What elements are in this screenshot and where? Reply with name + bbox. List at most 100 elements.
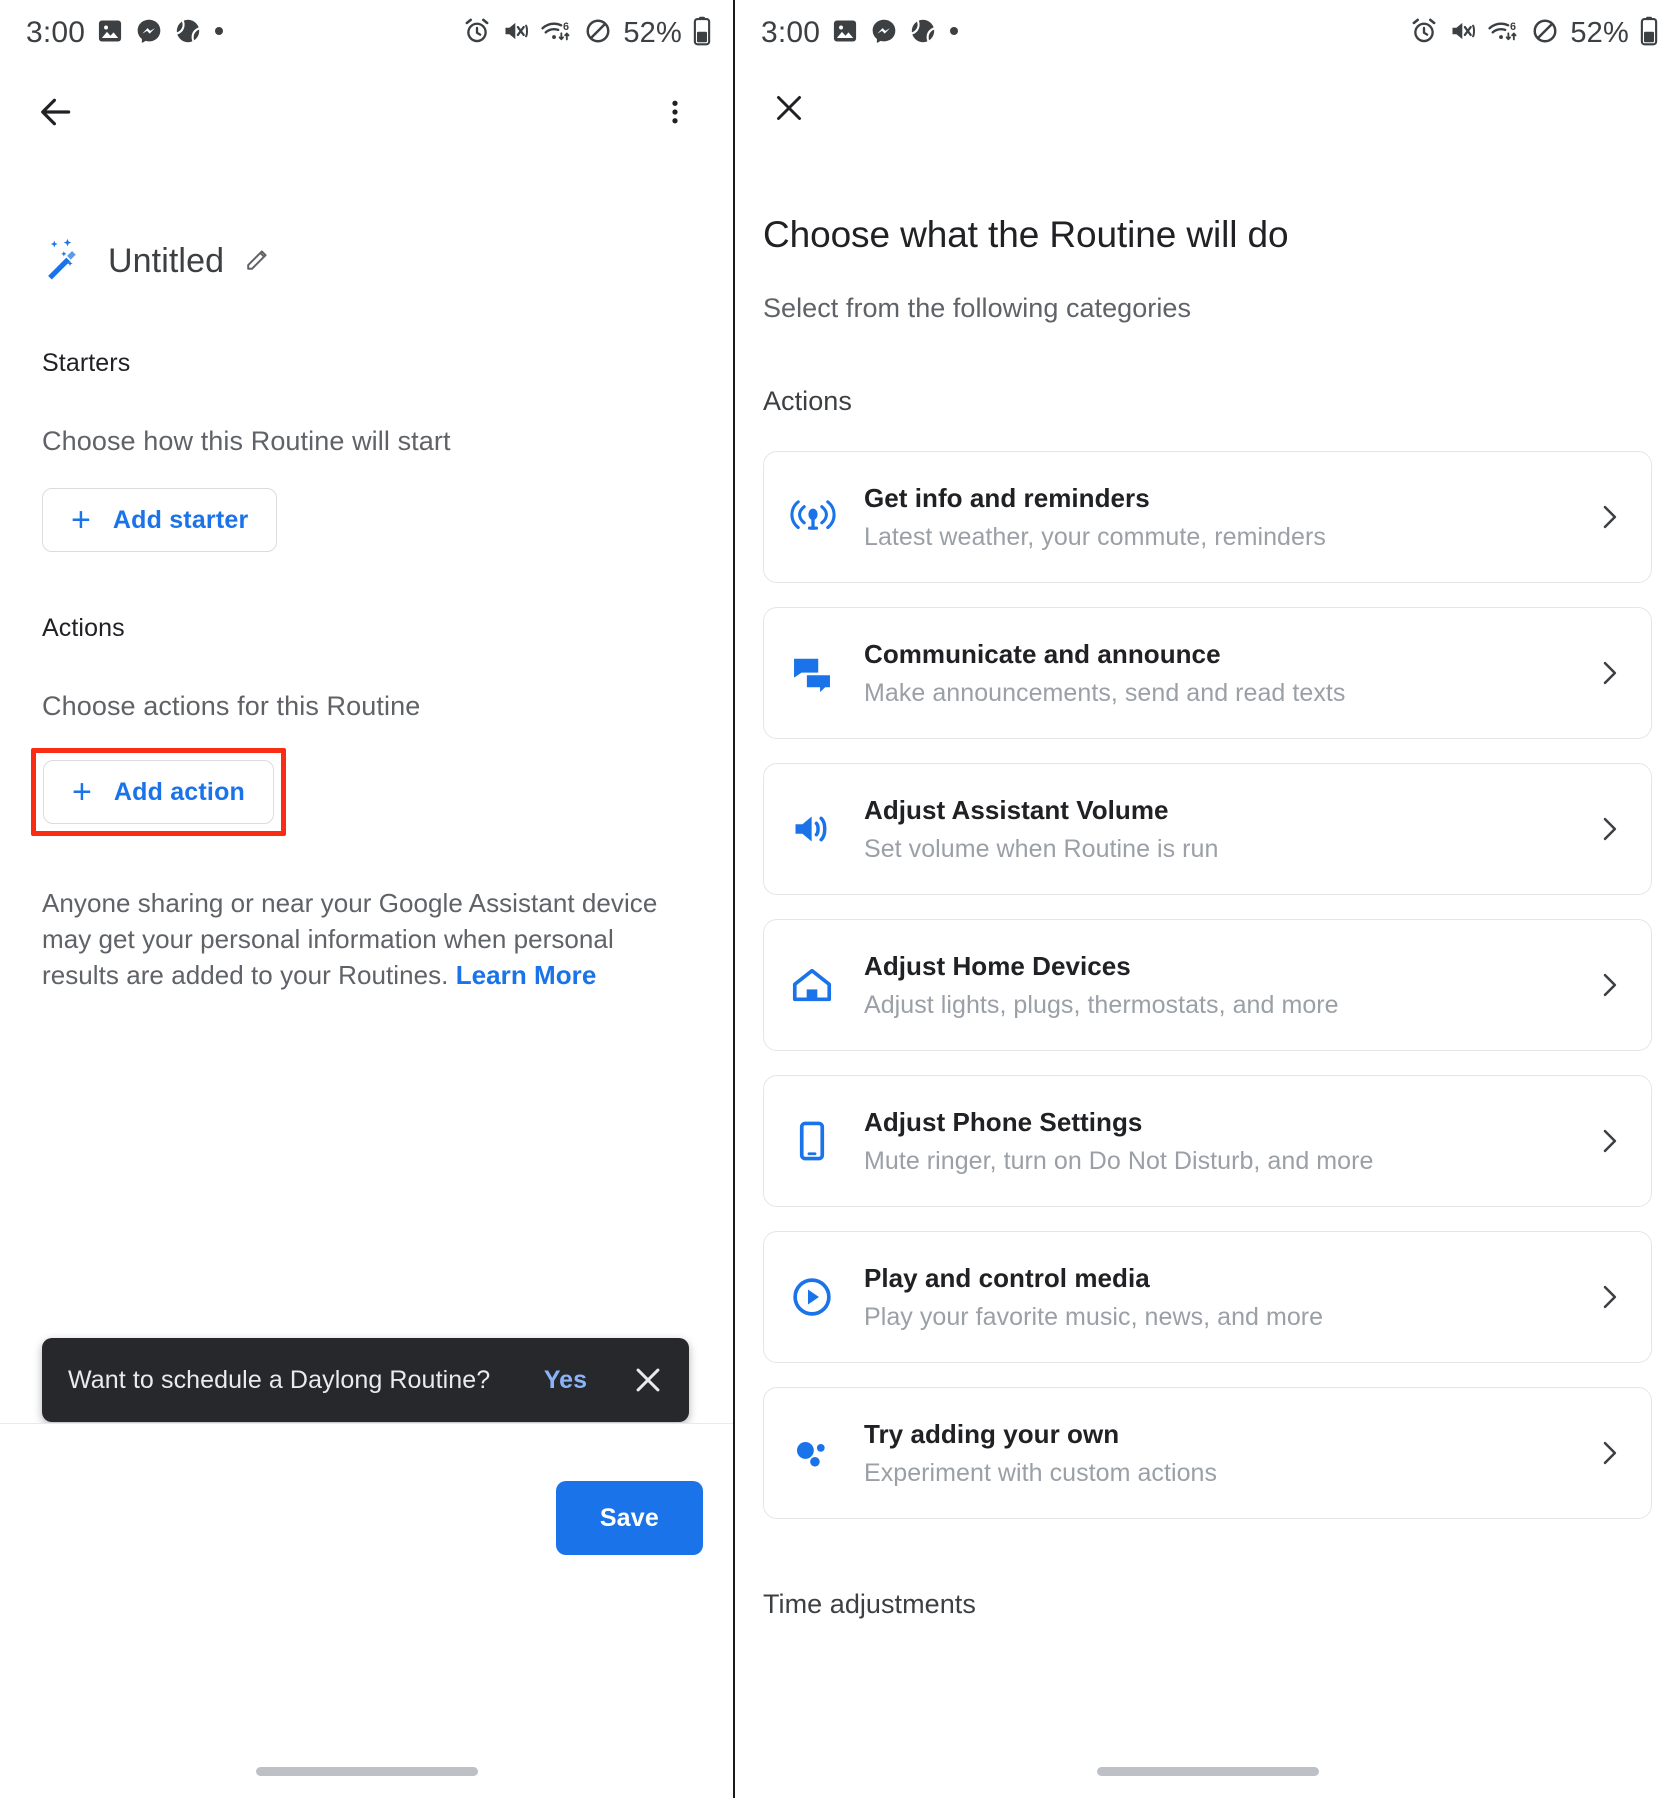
status-bar-right-group: 6 52% (1410, 16, 1658, 51)
list-item-title: Play and control media (864, 1263, 1589, 1294)
routine-title: Untitled (108, 242, 224, 281)
list-item-subtitle: Latest weather, your commute, reminders (864, 523, 1589, 552)
list-item-text: Try adding your own Experiment with cust… (864, 1419, 1589, 1488)
sports-icon (174, 17, 202, 50)
alarm-icon (1410, 17, 1438, 50)
plus-icon: + (71, 503, 91, 537)
wifi-6-icon: 6 (1488, 17, 1520, 50)
pencil-edit-icon[interactable] (244, 245, 272, 278)
add-starter-label: Add starter (113, 506, 249, 535)
chat-bubbles-icon (790, 651, 864, 695)
list-item-try-adding-your-own[interactable]: Try adding your own Experiment with cust… (763, 1387, 1652, 1519)
status-bar-left: 3:00 (0, 0, 733, 66)
dot-icon (213, 24, 225, 42)
chevron-right-icon (1589, 657, 1629, 689)
add-action-label: Add action (114, 778, 245, 807)
list-item-text: Adjust Phone Settings Mute ringer, turn … (864, 1107, 1589, 1176)
list-item-subtitle: Adjust lights, plugs, thermostats, and m… (864, 991, 1589, 1020)
list-item-adjust-assistant-volume[interactable]: Adjust Assistant Volume Set volume when … (763, 763, 1652, 895)
list-item-title: Try adding your own (864, 1419, 1589, 1450)
list-item-text: Play and control media Play your favorit… (864, 1263, 1589, 1332)
starters-subtitle: Choose how this Routine will start (42, 426, 733, 457)
add-action-button[interactable]: + Add action (43, 760, 274, 824)
save-button[interactable]: Save (556, 1481, 703, 1555)
add-action-highlight: + Add action (31, 748, 286, 836)
battery-percent: 52% (623, 17, 682, 50)
close-icon[interactable] (761, 80, 817, 136)
list-item-adjust-home-devices[interactable]: Adjust Home Devices Adjust lights, plugs… (763, 919, 1652, 1051)
plus-icon: + (72, 775, 92, 809)
list-item-subtitle: Set volume when Routine is run (864, 835, 1589, 864)
list-item-text: Get info and reminders Latest weather, y… (864, 483, 1589, 552)
vibrate-mute-icon (1449, 17, 1477, 50)
assistant-dots-icon (790, 1431, 864, 1475)
list-item-adjust-phone-settings[interactable]: Adjust Phone Settings Mute ringer, turn … (763, 1075, 1652, 1207)
list-item-title: Get info and reminders (864, 483, 1589, 514)
chevron-right-icon (1589, 813, 1629, 845)
list-item-subtitle: Play your favorite music, news, and more (864, 1303, 1589, 1332)
add-starter-button[interactable]: + Add starter (42, 488, 277, 552)
phone-icon (790, 1119, 864, 1163)
do-not-disturb-icon (1531, 17, 1559, 50)
routine-title-row[interactable]: Untitled (42, 236, 733, 287)
broadcast-info-icon (790, 494, 864, 540)
snackbar: Want to schedule a Daylong Routine? Yes (42, 1338, 689, 1422)
battery-icon (1640, 16, 1658, 51)
close-icon[interactable] (619, 1363, 665, 1397)
battery-icon (693, 16, 711, 51)
actions-section-heading: Actions (763, 386, 1680, 417)
chevron-right-icon (1589, 1437, 1629, 1469)
list-item-title: Adjust Assistant Volume (864, 795, 1589, 826)
learn-more-link[interactable]: Learn More (456, 960, 597, 990)
volume-up-icon (790, 807, 864, 851)
right-screen: 3:00 (735, 0, 1680, 1798)
list-item-subtitle: Experiment with custom actions (864, 1459, 1589, 1488)
list-item-subtitle: Mute ringer, turn on Do Not Disturb, and… (864, 1147, 1589, 1176)
starters-heading: Starters (42, 349, 733, 378)
chevron-right-icon (1589, 1281, 1629, 1313)
play-circle-icon (790, 1275, 864, 1319)
nav-gesture-pill (1097, 1767, 1319, 1776)
privacy-disclaimer: Anyone sharing or near your Google Assis… (42, 886, 682, 994)
do-not-disturb-icon (584, 17, 612, 50)
list-item-play-and-control-media[interactable]: Play and control media Play your favorit… (763, 1231, 1652, 1363)
status-bar-right-group: 6 52% (463, 16, 711, 51)
back-arrow-icon[interactable] (28, 84, 84, 140)
messenger-icon (135, 17, 163, 50)
list-item-title: Adjust Home Devices (864, 951, 1589, 982)
left-screen: 3:00 (0, 0, 735, 1798)
messenger-icon (870, 17, 898, 50)
status-bar-right: 3:00 (735, 0, 1680, 66)
wifi-6-icon: 6 (541, 17, 573, 50)
list-item-title: Communicate and announce (864, 639, 1589, 670)
sports-icon (909, 17, 937, 50)
left-bottom-bar: Save (0, 1423, 733, 1798)
home-icon (790, 963, 864, 1007)
alarm-icon (463, 17, 491, 50)
page-title: Choose what the Routine will do (763, 214, 1680, 256)
status-time: 3:00 (26, 16, 85, 50)
vibrate-mute-icon (502, 17, 530, 50)
chevron-right-icon (1589, 501, 1629, 533)
svg-text:6: 6 (1510, 21, 1516, 33)
status-bar-left-group: 3:00 (26, 16, 463, 50)
status-bar-left-group: 3:00 (761, 16, 1410, 50)
chevron-right-icon (1589, 969, 1629, 1001)
battery-percent: 52% (1570, 17, 1629, 50)
dot-icon (948, 24, 960, 42)
list-item-communicate-and-announce[interactable]: Communicate and announce Make announceme… (763, 607, 1652, 739)
status-time: 3:00 (761, 16, 820, 50)
actions-heading: Actions (42, 614, 733, 643)
action-category-list: Get info and reminders Latest weather, y… (763, 451, 1652, 1519)
right-app-bar (735, 66, 1680, 150)
photos-icon (96, 17, 124, 50)
svg-text:6: 6 (563, 21, 569, 33)
list-item-get-info-and-reminders[interactable]: Get info and reminders Latest weather, y… (763, 451, 1652, 583)
snackbar-message: Want to schedule a Daylong Routine? (68, 1366, 512, 1395)
dual-screenshot-container: 3:00 (0, 0, 1680, 1798)
list-item-text: Adjust Assistant Volume Set volume when … (864, 795, 1589, 864)
photos-icon (831, 17, 859, 50)
list-item-title: Adjust Phone Settings (864, 1107, 1589, 1138)
snackbar-yes-button[interactable]: Yes (532, 1366, 599, 1395)
more-vert-icon[interactable] (647, 84, 703, 140)
